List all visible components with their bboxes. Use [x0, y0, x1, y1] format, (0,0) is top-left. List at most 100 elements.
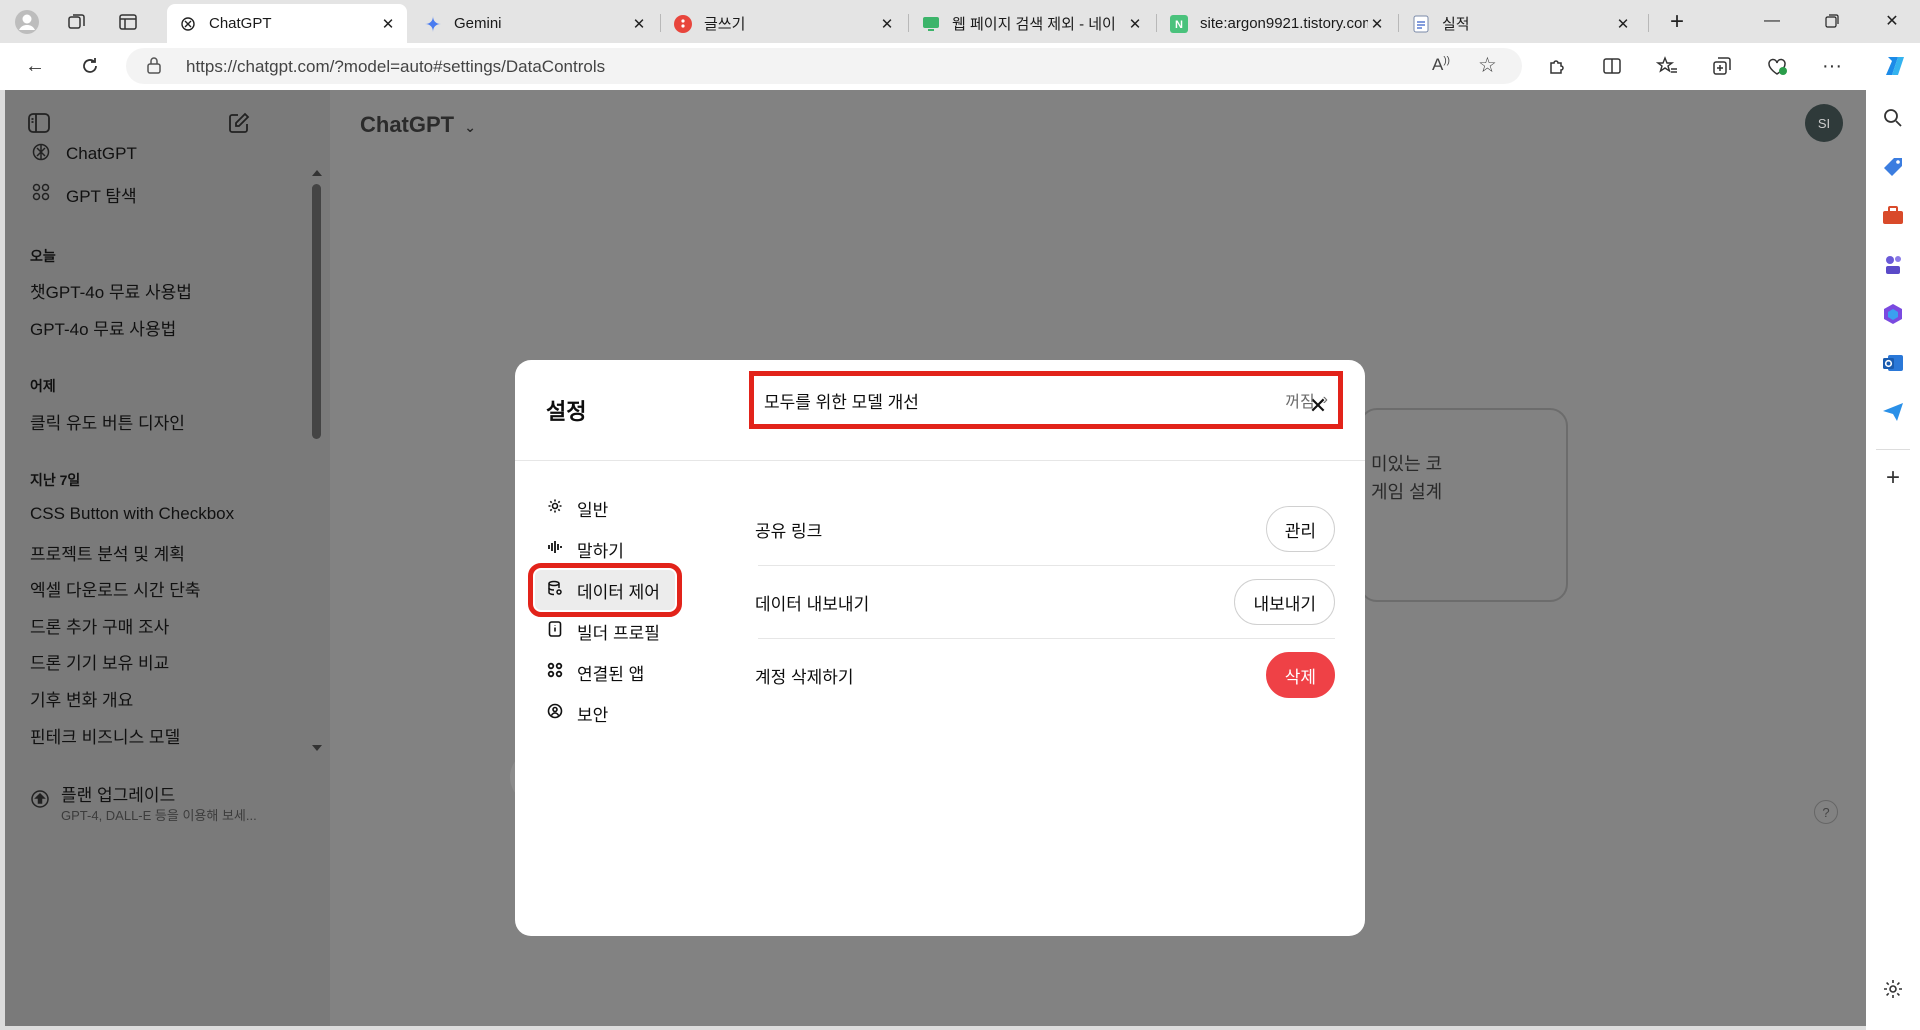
- manage-button[interactable]: 관리: [1265, 506, 1335, 552]
- scroll-up-icon[interactable]: [312, 170, 322, 176]
- tab-separator: [1648, 14, 1649, 32]
- chat-history-sidebar: ChatGPT GPT 탐색 오늘 챗GPT-4o 무료 사용법 GPT-4o …: [5, 90, 330, 1026]
- sidebar-item-chatgpt[interactable]: ChatGPT: [30, 142, 137, 166]
- games-chess-icon[interactable]: [1879, 251, 1907, 279]
- tab-write[interactable]: 글쓰기 ✕: [662, 4, 906, 43]
- chat-history-item[interactable]: 클릭 유도 버튼 디자인: [30, 409, 185, 434]
- chat-history-item[interactable]: CSS Button with Checkbox: [30, 504, 234, 524]
- web-icon: [922, 15, 940, 33]
- browser-essentials-icon[interactable]: [1762, 51, 1792, 81]
- chat-history-item[interactable]: GPT-4o 무료 사용법: [30, 315, 176, 340]
- tab-connected-apps[interactable]: 연결된 앱: [535, 652, 703, 692]
- url-text[interactable]: https://chatgpt.com/?model=auto#settings…: [186, 57, 605, 77]
- tab-security[interactable]: 보안: [535, 693, 703, 733]
- model-selector[interactable]: ChatGPT ⌄: [360, 112, 476, 138]
- chat-history-item[interactable]: 프로젝트 분석 및 계획: [30, 540, 185, 565]
- waveform-icon: [545, 539, 565, 559]
- svg-text:N: N: [1175, 19, 1183, 31]
- delete-button[interactable]: 삭제: [1265, 652, 1335, 698]
- avatar[interactable]: SI: [1805, 104, 1843, 142]
- chat-history-item[interactable]: 드론 추가 구매 조사: [30, 613, 169, 638]
- split-screen-icon[interactable]: [1597, 51, 1627, 81]
- favorite-star-icon[interactable]: ☆: [1478, 53, 1497, 78]
- browser-toolbar: ← https://chatgpt.com/?model=auto#settin…: [0, 43, 1920, 90]
- improve-model-status: 꺼짐: [1285, 394, 1315, 411]
- refresh-icon[interactable]: [75, 51, 105, 81]
- improve-model-setting[interactable]: 모두를 위한 모델 개선 꺼짐 ›: [749, 371, 1343, 429]
- chatgpt-page: ChatGPT GPT 탐색 오늘 챗GPT-4o 무료 사용법 GPT-4o …: [5, 90, 1866, 1026]
- tab-speech[interactable]: 말하기: [535, 529, 703, 569]
- read-aloud-icon[interactable]: A)): [1432, 55, 1450, 75]
- sidebar-divider: [1876, 449, 1910, 450]
- shopping-tag-icon[interactable]: [1879, 153, 1907, 181]
- tab-separator: [908, 14, 909, 32]
- extensions-icon[interactable]: [1542, 51, 1572, 81]
- copilot-icon[interactable]: [1880, 51, 1910, 81]
- tab-builder-profile[interactable]: 빌더 프로필: [535, 611, 703, 651]
- scrollbar-thumb[interactable]: [312, 184, 321, 439]
- outlook-icon[interactable]: [1879, 349, 1907, 377]
- address-bar[interactable]: https://chatgpt.com/?model=auto#settings…: [126, 48, 1522, 84]
- chat-history-item[interactable]: 기후 변화 개요: [30, 686, 133, 711]
- export-data-setting: 데이터 내보내기 내보내기: [755, 572, 1335, 632]
- shared-links-setting: 공유 링크 관리: [755, 499, 1335, 559]
- close-tab-icon[interactable]: ✕: [878, 15, 896, 33]
- tab-site-search[interactable]: N site:argon9921.tistory.com ✕: [1158, 4, 1396, 43]
- close-tab-icon[interactable]: ✕: [630, 15, 648, 33]
- sidebar-settings-gear-icon[interactable]: [1879, 975, 1907, 1003]
- section-heading: 지난 7일: [30, 472, 81, 488]
- close-tab-icon[interactable]: ✕: [379, 15, 397, 33]
- more-options-icon[interactable]: ···: [1817, 51, 1847, 81]
- back-icon[interactable]: ←: [20, 51, 50, 81]
- settings-dialog: 설정 ✕ 일반 말하기 데이터 제어 빌더 프로필 연결된 앱 보안 모두를 위…: [515, 360, 1365, 936]
- profile-icon[interactable]: [12, 7, 42, 37]
- shield-icon: [545, 703, 565, 723]
- workspaces-icon[interactable]: [62, 7, 92, 37]
- tab-actions-icon[interactable]: [113, 7, 143, 37]
- new-tab-icon[interactable]: +: [1662, 7, 1692, 37]
- collections-icon[interactable]: [1707, 51, 1737, 81]
- restore-icon[interactable]: [1810, 5, 1854, 37]
- section-heading: 오늘: [30, 248, 56, 264]
- close-tab-icon[interactable]: ✕: [1368, 15, 1386, 33]
- id-card-icon: [545, 621, 565, 641]
- export-button[interactable]: 내보내기: [1234, 579, 1335, 625]
- suggestion-text: 미있는 코 게임 설계: [1371, 454, 1443, 502]
- suggestion-card[interactable]: 미있는 코 게임 설계: [1359, 408, 1568, 602]
- tab-separator: [660, 14, 661, 32]
- openai-icon: [30, 142, 52, 167]
- tab-separator: [1398, 14, 1399, 32]
- dialog-title: 설정: [546, 399, 587, 424]
- add-sidebar-app-icon[interactable]: +: [1879, 464, 1907, 492]
- sidebar-scrollbar[interactable]: [312, 170, 322, 985]
- upgrade-plan-button[interactable]: 플랜 업그레이드 GPT-4, DALL-E 등을 이용해 보세...: [23, 780, 293, 828]
- close-tab-icon[interactable]: ✕: [1614, 15, 1632, 33]
- edge-sidebar: +: [1866, 90, 1920, 1030]
- chat-history-item[interactable]: 엑셀 다운로드 시간 단축: [30, 576, 201, 601]
- tab-general[interactable]: 일반: [535, 488, 703, 528]
- sidebar-item-gpt-explore[interactable]: GPT 탐색: [30, 182, 137, 206]
- tab-data-controls[interactable]: 데이터 제어: [528, 563, 682, 617]
- minimize-icon[interactable]: —: [1750, 5, 1794, 37]
- send-plane-icon[interactable]: [1879, 398, 1907, 426]
- lock-icon[interactable]: [146, 56, 162, 79]
- microsoft-365-icon[interactable]: [1879, 300, 1907, 328]
- chat-history-item[interactable]: 챗GPT-4o 무료 사용법: [30, 278, 192, 303]
- gear-icon: [545, 498, 565, 518]
- sidebar-search-icon[interactable]: [1879, 104, 1907, 132]
- scroll-down-icon[interactable]: [312, 745, 322, 751]
- tab-web-exclude[interactable]: 웹 페이지 검색 제외 - 네이 ✕: [910, 4, 1154, 43]
- tab-results[interactable]: 실적 ✕: [1400, 4, 1642, 43]
- new-chat-icon[interactable]: [227, 112, 251, 139]
- export-data-label: 데이터 내보내기: [755, 594, 870, 614]
- close-tab-icon[interactable]: ✕: [1126, 15, 1144, 33]
- help-button[interactable]: ?: [1814, 800, 1838, 824]
- tab-gemini[interactable]: Gemini ✕: [412, 4, 658, 43]
- favorites-icon[interactable]: [1652, 51, 1682, 81]
- tab-chatgpt[interactable]: ChatGPT ✕: [167, 4, 407, 43]
- toggle-sidebar-icon[interactable]: [27, 112, 51, 139]
- chat-history-item[interactable]: 핀테크 비즈니스 모델: [30, 723, 180, 748]
- chat-history-item[interactable]: 드론 기기 보유 비교: [30, 649, 169, 674]
- tools-briefcase-icon[interactable]: [1879, 202, 1907, 230]
- close-window-icon[interactable]: ✕: [1870, 5, 1914, 37]
